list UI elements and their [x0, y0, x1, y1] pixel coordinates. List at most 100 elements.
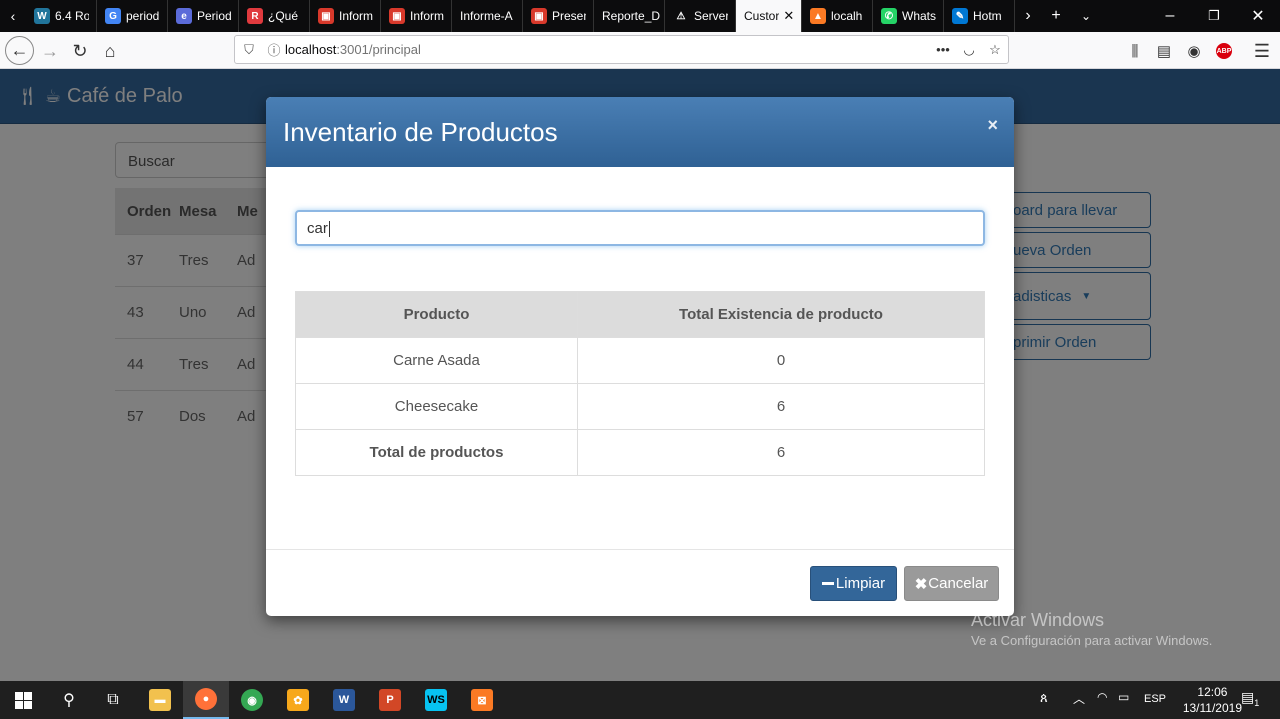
system-clock[interactable]: 12:06 13/11/2019	[1183, 684, 1242, 716]
notification-count: 1	[1254, 697, 1260, 708]
browser-nav-bar: ← → ↻ ⌂ ⛉ ⓘ localhost:3001/principal •••…	[0, 32, 1280, 69]
new-tab-icon[interactable]: +	[1041, 0, 1071, 32]
tray-chevron-icon[interactable]: ︿	[1073, 690, 1085, 707]
warning-icon: ⚠	[673, 8, 689, 24]
product-stock: 6	[577, 383, 985, 430]
browser-tab[interactable]: ▣ Presen	[523, 0, 594, 32]
chrome-icon[interactable]: ◉	[229, 681, 275, 719]
menu-icon[interactable]: ☰	[1248, 37, 1276, 65]
browser-tab[interactable]: ▲ localh	[802, 0, 873, 32]
clear-button[interactable]: Limpiar	[810, 566, 897, 601]
browser-tab-label: Inform	[410, 9, 444, 23]
browser-tab[interactable]: Informe-A	[452, 0, 523, 32]
minus-icon	[821, 582, 834, 585]
word-icon[interactable]: W	[321, 681, 367, 719]
browser-tab[interactable]: Custor ✕	[736, 0, 802, 32]
minimize-icon[interactable]: –	[1148, 0, 1192, 32]
tab-scroll-right-icon[interactable]: ›	[1015, 0, 1041, 32]
pocket-icon[interactable]: ◡	[956, 42, 982, 58]
forward-icon[interactable]: →	[36, 37, 64, 65]
language-indicator[interactable]: ESP	[1144, 693, 1166, 705]
bookmark-star-icon[interactable]: ☆	[982, 42, 1008, 58]
inventory-header-row: Producto Total Existencia de producto	[295, 291, 985, 338]
total-value: 6	[577, 429, 985, 476]
browser-tab-label: Inform	[339, 9, 373, 23]
search-icon[interactable]: ⚲	[46, 681, 92, 719]
tab-list-chevron-icon[interactable]: ⌄	[1071, 0, 1101, 32]
product-name: Carne Asada	[295, 337, 578, 384]
outlook-icon: ✎	[952, 8, 968, 24]
browser-tab[interactable]: Gperiod	[97, 0, 168, 32]
firefox-icon[interactable]: ●	[183, 681, 229, 719]
xampp-icon[interactable]: ⊠	[459, 681, 505, 719]
wordpress-icon: W	[34, 8, 50, 24]
product-search-input[interactable]: car	[295, 210, 985, 246]
browser-tab-label: Informe-A	[460, 9, 513, 23]
tab-scroll-left-icon[interactable]: ‹	[0, 0, 26, 32]
notification-icon[interactable]: ▤1	[1241, 689, 1259, 708]
inventory-table: Producto Total Existencia de producto Ca…	[295, 291, 985, 476]
windows-start-icon[interactable]	[0, 681, 46, 719]
people-icon[interactable]: ጰ	[1040, 690, 1048, 706]
product-stock: 0	[577, 337, 985, 384]
restore-icon[interactable]: ❐	[1192, 0, 1236, 32]
browser-tab[interactable]: Reporte_D	[594, 0, 665, 32]
total-label: Total de productos	[295, 429, 578, 476]
browser-tab[interactable]: ▣ Inform	[310, 0, 381, 32]
browser-tab-label: Custor	[744, 9, 780, 23]
browser-tab[interactable]: R ¿Qué	[239, 0, 310, 32]
paint-icon[interactable]: ✿	[275, 681, 321, 719]
modal-close-icon[interactable]: ×	[987, 115, 998, 136]
browser-tab-label: Hotm	[973, 9, 1002, 23]
activation-watermark-subtitle: Ve a Configuración para activar Windows.	[971, 633, 1213, 648]
x-icon: ✖	[914, 575, 928, 593]
clear-label: Limpiar	[835, 575, 886, 592]
browser-tab-label: Server	[694, 9, 728, 23]
cancel-label: Cancelar	[928, 575, 989, 592]
account-icon[interactable]: ◉	[1180, 37, 1208, 65]
url-path: :3001/principal	[336, 42, 421, 57]
library-icon[interactable]: ⫼	[1121, 37, 1149, 65]
wifi-icon[interactable]: ◠	[1097, 690, 1107, 704]
cancel-button[interactable]: ✖ Cancelar	[904, 566, 999, 601]
site-info-icon[interactable]: ⓘ	[263, 40, 285, 59]
pdf-icon: ▣	[531, 8, 547, 24]
table-row: Cheesecake 6	[295, 383, 985, 430]
url-bar[interactable]: ⛉ ⓘ localhost:3001/principal ••• ◡ ☆	[234, 35, 1009, 64]
webstorm-icon[interactable]: WS	[413, 681, 459, 719]
header-producto: Producto	[295, 291, 578, 338]
product-name: Cheesecake	[295, 383, 578, 430]
inventory-modal: Inventario de Productos × car Producto T…	[266, 97, 1014, 616]
browser-tab-label: Presen	[552, 9, 586, 23]
browser-tab[interactable]: ✎ Hotm	[944, 0, 1015, 32]
pdf-icon: ▣	[318, 8, 334, 24]
modal-title: Inventario de Productos	[283, 117, 558, 147]
adblock-icon[interactable]: ABP	[1210, 37, 1238, 65]
url-host: localhost	[285, 42, 337, 57]
browser-tab-label: period	[126, 9, 160, 23]
window-close-icon[interactable]: ✕	[1236, 0, 1280, 32]
browser-tab[interactable]: W 6.4 Ro	[26, 0, 97, 32]
battery-icon[interactable]: ▭	[1118, 690, 1129, 704]
home-icon[interactable]: ⌂	[96, 37, 124, 65]
file-explorer-icon[interactable]: ▬	[137, 681, 183, 719]
task-view-icon[interactable]: ⧉	[90, 681, 136, 719]
xampp-icon: ▲	[810, 8, 826, 24]
generic-site-icon: e	[176, 8, 192, 24]
tab-close-icon[interactable]: ✕	[783, 8, 794, 24]
page-actions-icon[interactable]: •••	[930, 42, 956, 57]
browser-tab[interactable]: ⚠ Server	[665, 0, 736, 32]
tracking-shield-icon[interactable]: ⛉	[235, 42, 263, 58]
browser-tab-label: localh	[831, 9, 863, 23]
sidebar-icon[interactable]: ▤	[1150, 37, 1178, 65]
total-row: Total de productos 6	[295, 429, 985, 476]
modal-header: Inventario de Productos ×	[266, 97, 1014, 167]
browser-tab[interactable]: ▣ Inform	[381, 0, 452, 32]
whatsapp-icon: ✆	[881, 8, 897, 24]
browser-tab[interactable]: e Period	[168, 0, 239, 32]
back-icon[interactable]: ←	[5, 36, 34, 65]
header-existencia: Total Existencia de producto	[577, 291, 985, 338]
reload-icon[interactable]: ↻	[66, 37, 94, 65]
powerpoint-icon[interactable]: P	[367, 681, 413, 719]
browser-tab[interactable]: ✆ Whats	[873, 0, 944, 32]
